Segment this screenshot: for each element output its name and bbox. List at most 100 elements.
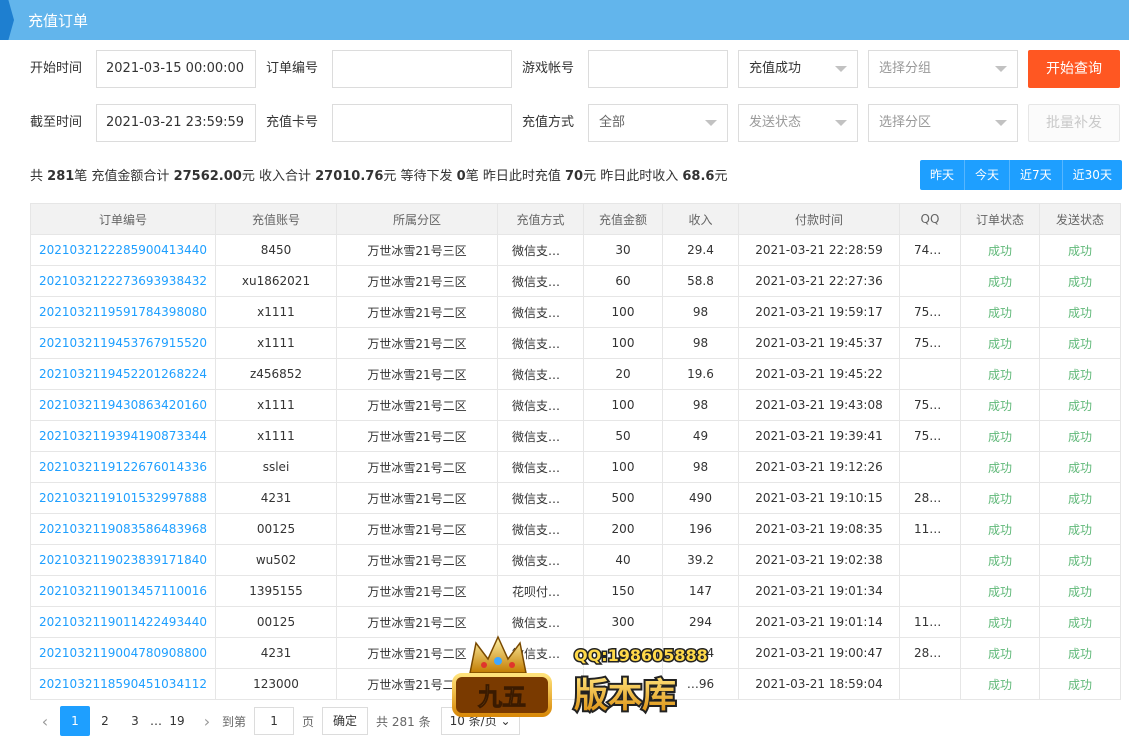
cell-order-no[interactable]: 2021032119101532997888 — [30, 482, 216, 514]
recharge-method-label: 充值方式 — [522, 115, 575, 130]
table-row[interactable]: 2021032119101532997888 4231 万世冰雪21号二区 微信支… 5… — [30, 482, 1121, 514]
col-pay-time[interactable]: 付款时间 — [738, 203, 900, 235]
cell-order-no[interactable]: 2021032119122676014336 — [30, 451, 216, 483]
cell-order-no[interactable]: 2021032119011422493440 — [30, 606, 216, 638]
order-no-input[interactable] — [332, 50, 512, 88]
cell-method: 微信支… — [497, 451, 584, 483]
cell-order-no[interactable]: 2021032122273693938432 — [30, 265, 216, 297]
table-row[interactable]: 2021032119011422493440 00125 万世冰雪21号二区 微信支…… — [30, 606, 1121, 638]
col-account[interactable]: 充值账号 — [215, 203, 337, 235]
cell-income: 196 — [662, 513, 739, 545]
page-2[interactable]: 2 — [90, 706, 120, 736]
group-select[interactable]: 选择分组 — [868, 50, 1018, 88]
cell-zone: 万世冰雪21号二区 — [336, 296, 498, 328]
table-row[interactable]: 2021032119013457110016 1395155 万世冰雪21号二区 花呗… — [30, 575, 1121, 607]
col-zone[interactable]: 所属分区 — [336, 203, 498, 235]
start-time-input[interactable]: 2021-03-15 00:00:00 — [96, 50, 256, 88]
cell-order-no[interactable]: 2021032119004780908800 — [30, 637, 216, 669]
prev-page-icon[interactable]: ‹ — [30, 712, 60, 731]
pending-count: 0 — [456, 169, 466, 184]
cell-pay-time: 2021-03-21 19:08:35 — [738, 513, 900, 545]
page-unit-label: 页 — [302, 714, 315, 729]
cell-order-no[interactable]: 2021032119452201268224 — [30, 358, 216, 390]
page-title: 充值订单 — [28, 12, 89, 30]
page-1[interactable]: 1 — [60, 706, 90, 736]
today-button[interactable]: 今天 — [964, 160, 1010, 190]
table-row[interactable]: 2021032119394190873344 x1111 万世冰雪21号二区 微信支…… — [30, 420, 1121, 452]
recharge-method-value: 全部 — [599, 115, 626, 130]
game-account-input[interactable] — [588, 50, 728, 88]
cell-method: 微信支… — [497, 606, 584, 638]
cell-account: x1111 — [215, 420, 337, 452]
cell-qq: 28… — [899, 637, 961, 669]
table-row[interactable]: 2021032119122676014336 sslei 万世冰雪21号二区 微信支…… — [30, 451, 1121, 483]
end-time-input[interactable]: 2021-03-21 23:59:59 — [96, 104, 256, 142]
table-row[interactable]: 2021032119023839171840 wu502 万世冰雪21号二区 微信支…… — [30, 544, 1121, 576]
query-button[interactable]: 开始查询 — [1028, 50, 1120, 88]
recharge-method-select[interactable]: 全部 — [588, 104, 728, 142]
cell-pay-time: 2021-03-21 19:00:47 — [738, 637, 900, 669]
cell-order-no[interactable]: 2021032119430863420160 — [30, 389, 216, 421]
cell-order-no[interactable]: 2021032119013457110016 — [30, 575, 216, 607]
cell-order-no[interactable]: 2021032119083586483968 — [30, 513, 216, 545]
cell-order-no[interactable]: 2021032119023839171840 — [30, 544, 216, 576]
batch-resend-button[interactable]: 批量补发 — [1028, 104, 1120, 142]
cell-income: 29.4 — [662, 234, 739, 266]
send-status-select[interactable]: 发送状态 — [738, 104, 858, 142]
cell-amount: 100 — [583, 389, 663, 421]
col-send-status[interactable]: 发送状态 — [1039, 203, 1121, 235]
recharge-status-select[interactable]: 充值成功 — [738, 50, 858, 88]
yesterday-button[interactable]: 昨天 — [920, 160, 965, 190]
cell-method: 微信支… — [497, 482, 584, 514]
cell-pay-time: 2021-03-21 19:02:38 — [738, 544, 900, 576]
goto-label: 到第 — [222, 714, 247, 729]
cell-method: 微信支… — [497, 389, 584, 421]
last-30-days-button[interactable]: 近30天 — [1061, 160, 1122, 190]
cell-account: xu1862021 — [215, 265, 337, 297]
page-3[interactable]: 3 — [120, 706, 150, 736]
table-row[interactable]: 2021032119083586483968 00125 万世冰雪21号二区 微信支…… — [30, 513, 1121, 545]
col-qq[interactable]: QQ — [899, 203, 961, 235]
cell-pay-time: 2021-03-21 19:43:08 — [738, 389, 900, 421]
table-row[interactable]: 2021032119430863420160 x1111 万世冰雪21号二区 微信支…… — [30, 389, 1121, 421]
col-income[interactable]: 收入 — [662, 203, 739, 235]
cell-order-status: 成功 — [960, 234, 1040, 266]
col-order-status[interactable]: 订单状态 — [960, 203, 1040, 235]
col-method[interactable]: 充值方式 — [497, 203, 584, 235]
card-no-input[interactable] — [332, 104, 512, 142]
cell-amount: 300 — [583, 606, 663, 638]
svg-text:九五: 九五 — [477, 683, 526, 711]
cell-order-status: 成功 — [960, 575, 1040, 607]
table-row[interactable]: 2021032119591784398080 x1111 万世冰雪21号二区 微信支…… — [30, 296, 1121, 328]
cell-amount: 500 — [583, 482, 663, 514]
cell-send-status: 成功 — [1039, 327, 1121, 359]
cell-order-no[interactable]: 2021032118590451034112 — [30, 668, 216, 700]
cell-method: 微信支… — [497, 234, 584, 266]
cell-order-no[interactable]: 2021032119394190873344 — [30, 420, 216, 452]
cell-order-no[interactable]: 2021032119453767915520 — [30, 327, 216, 359]
cell-zone: 万世冰雪21号二区 — [336, 606, 498, 638]
col-order-no[interactable]: 订单编号 — [30, 203, 216, 235]
cell-account: 123000 — [215, 668, 337, 700]
page-last[interactable]: 19 — [162, 706, 192, 736]
table-row[interactable]: 2021032122285900413440 8450 万世冰雪21号三区 微信支… 3… — [30, 234, 1121, 266]
table-row[interactable]: 2021032119453767915520 x1111 万世冰雪21号二区 微信支…… — [30, 327, 1121, 359]
table-row[interactable]: 2021032119452201268224 z456852 万世冰雪21号二区 微信… — [30, 358, 1121, 390]
cell-order-no[interactable]: 2021032119591784398080 — [30, 296, 216, 328]
zone-select[interactable]: 选择分区 — [868, 104, 1018, 142]
cell-pay-time: 2021-03-21 19:12:26 — [738, 451, 900, 483]
next-page-icon[interactable]: › — [192, 712, 222, 731]
total-count: 281 — [47, 169, 75, 184]
cell-send-status: 成功 — [1039, 637, 1121, 669]
cell-qq: 75… — [899, 420, 961, 452]
col-amount[interactable]: 充值金额 — [583, 203, 663, 235]
table-row[interactable]: 2021032122273693938432 xu1862021 万世冰雪21号三区… — [30, 265, 1121, 297]
cell-account: x1111 — [215, 389, 337, 421]
total-amount: 27562.00 — [173, 169, 242, 184]
cell-amount: 60 — [583, 265, 663, 297]
cell-qq: 74… — [899, 234, 961, 266]
last-7-days-button[interactable]: 近7天 — [1009, 160, 1062, 190]
cell-order-no[interactable]: 2021032122285900413440 — [30, 234, 216, 266]
cell-amount: 200 — [583, 513, 663, 545]
cell-qq — [899, 451, 961, 483]
